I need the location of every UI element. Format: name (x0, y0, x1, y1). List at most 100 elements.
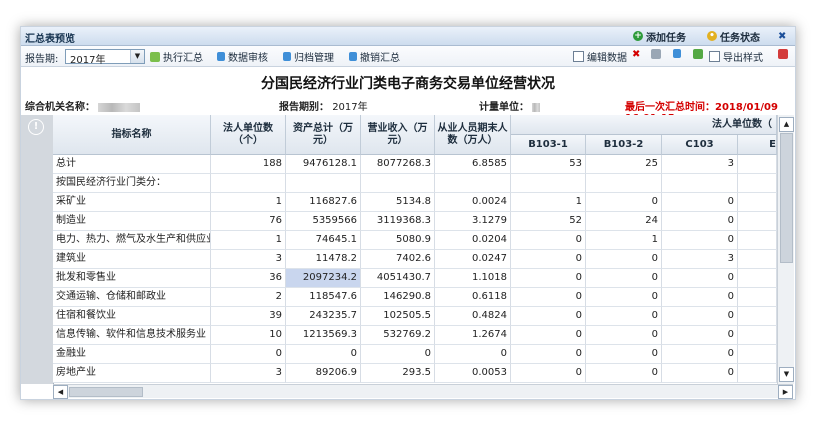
export-style-checkbox[interactable] (709, 51, 720, 62)
cell-b1032[interactable]: 0 (586, 307, 662, 326)
cell-legal[interactable]: 76 (211, 212, 286, 231)
cell-assets[interactable]: 0 (286, 345, 361, 364)
horizontal-scrollbar[interactable]: ◀ ▶ (53, 384, 793, 399)
cell-revenue[interactable]: 293.5 (361, 364, 435, 383)
cell-b1031[interactable]: 0 (511, 307, 586, 326)
chevron-down-icon[interactable]: ▼ (130, 50, 144, 63)
cell-c103[interactable]: 0 (662, 364, 738, 383)
cell-staff[interactable]: 0.0053 (435, 364, 511, 383)
scroll-left-icon[interactable]: ◀ (53, 385, 68, 399)
cell-b1032[interactable]: 0 (586, 364, 662, 383)
table-row[interactable]: 电力、热力、燃气及水生产和供应业 1 74645.1 5080.9 0.0204 0 1 0 (53, 231, 777, 250)
cell-b1031[interactable]: 0 (511, 364, 586, 383)
cell-assets[interactable]: 74645.1 (286, 231, 361, 250)
cell-staff[interactable]: 0.0247 (435, 250, 511, 269)
cell-assets[interactable]: 1213569.3 (286, 326, 361, 345)
cell-legal[interactable]: 2 (211, 288, 286, 307)
cell-b1031[interactable]: 0 (511, 231, 586, 250)
cell-legal[interactable]: 10 (211, 326, 286, 345)
cell-revenue[interactable]: 0 (361, 345, 435, 364)
cell-name[interactable]: 制造业 (53, 212, 211, 231)
cell-c103[interactable]: 0 (662, 288, 738, 307)
table-row[interactable]: 信息传输、软件和信息技术服务业 10 1213569.3 532769.2 1.2674… (53, 326, 777, 345)
cell-cut-column[interactable] (738, 269, 777, 288)
cell-staff[interactable]: 0.0204 (435, 231, 511, 250)
cell-revenue[interactable]: 8077268.3 (361, 155, 435, 174)
cell-staff[interactable]: 0.6118 (435, 288, 511, 307)
cell-name[interactable]: 按国民经济行业门类分： (53, 174, 211, 193)
save-icon[interactable] (673, 49, 681, 58)
table-row[interactable]: 房地产业 3 89206.9 293.5 0.0053 0 0 0 (53, 364, 777, 383)
cell-legal[interactable]: 188 (211, 155, 286, 174)
cell-b1032[interactable]: 0 (586, 250, 662, 269)
cell-c103[interactable]: 0 (662, 193, 738, 212)
delete-icon[interactable]: ✖ (632, 49, 640, 60)
close-icon[interactable]: ✖ (778, 29, 786, 43)
cell-revenue[interactable]: 102505.5 (361, 307, 435, 326)
cell-staff[interactable]: 0.0024 (435, 193, 511, 212)
table-row[interactable]: 按国民经济行业门类分： (53, 174, 777, 193)
cell-legal[interactable]: 1 (211, 231, 286, 250)
cell-assets[interactable]: 243235.7 (286, 307, 361, 326)
cell-legal[interactable]: 3 (211, 250, 286, 269)
cell-b1031[interactable]: 0 (511, 269, 586, 288)
cell-staff[interactable]: 0 (435, 345, 511, 364)
cell-name[interactable]: 电力、热力、燃气及水生产和供应业 (53, 231, 211, 250)
cell-b1032[interactable]: 25 (586, 155, 662, 174)
info-icon[interactable]: ! (28, 119, 44, 135)
cell-name[interactable]: 总计 (53, 155, 211, 174)
cell-staff[interactable] (435, 174, 511, 193)
cell-b1032[interactable] (586, 174, 662, 193)
cell-staff[interactable]: 3.1279 (435, 212, 511, 231)
cell-b1032[interactable]: 1 (586, 231, 662, 250)
copy-icon[interactable] (651, 49, 661, 59)
cell-revenue[interactable] (361, 174, 435, 193)
cell-c103[interactable] (662, 174, 738, 193)
cell-cut-column[interactable] (738, 288, 777, 307)
cell-name[interactable]: 采矿业 (53, 193, 211, 212)
cell-staff[interactable]: 6.8585 (435, 155, 511, 174)
cell-cut-column[interactable] (738, 250, 777, 269)
cell-b1031[interactable]: 1 (511, 193, 586, 212)
cell-revenue[interactable]: 4051430.7 (361, 269, 435, 288)
cell-cut-column[interactable] (738, 307, 777, 326)
cell-c103[interactable]: 3 (662, 155, 738, 174)
scroll-up-icon[interactable]: ▲ (779, 117, 794, 132)
cell-b1031[interactable]: 0 (511, 250, 586, 269)
cell-c103[interactable]: 0 (662, 307, 738, 326)
table-row[interactable]: 住宿和餐饮业 39 243235.7 102505.5 0.4824 0 0 0 (53, 307, 777, 326)
period-select[interactable]: 2017年 ▼ (65, 49, 145, 66)
cell-legal[interactable]: 36 (211, 269, 286, 288)
cell-assets[interactable]: 116827.6 (286, 193, 361, 212)
data-review-button[interactable]: 数据审核 (217, 49, 268, 64)
table-row[interactable]: 金融业 0 0 0 0 0 0 0 (53, 345, 777, 364)
cell-name[interactable]: 建筑业 (53, 250, 211, 269)
cell-cut-column[interactable] (738, 231, 777, 250)
cell-legal[interactable]: 3 (211, 364, 286, 383)
cell-revenue[interactable]: 532769.2 (361, 326, 435, 345)
cell-staff[interactable]: 1.2674 (435, 326, 511, 345)
edit-data-toggle[interactable]: 编辑数据 (573, 49, 627, 64)
edit-data-checkbox[interactable] (573, 51, 584, 62)
scroll-right-icon[interactable]: ▶ (778, 385, 793, 399)
cell-b1032[interactable]: 0 (586, 193, 662, 212)
table-row[interactable]: 批发和零售业 36 2097234.2 4051430.7 1.1018 0 0 0 (53, 269, 777, 288)
cell-assets[interactable]: 5359566 (286, 212, 361, 231)
cell-c103[interactable]: 0 (662, 231, 738, 250)
cell-b1031[interactable]: 0 (511, 345, 586, 364)
cell-c103[interactable]: 0 (662, 326, 738, 345)
cell-name[interactable]: 信息传输、软件和信息技术服务业 (53, 326, 211, 345)
export-style-toggle[interactable]: 导出样式 (709, 49, 763, 64)
cell-cut-column[interactable] (738, 345, 777, 364)
cell-legal[interactable]: 39 (211, 307, 286, 326)
cell-cut-column[interactable] (738, 174, 777, 193)
close-panel-icon[interactable] (778, 49, 788, 59)
cell-legal[interactable] (211, 174, 286, 193)
cell-assets[interactable]: 2097234.2 (286, 269, 361, 288)
table-row[interactable]: 制造业 76 5359566 3119368.3 3.1279 52 24 0 (53, 212, 777, 231)
cell-c103[interactable]: 0 (662, 269, 738, 288)
cell-assets[interactable]: 9476128.1 (286, 155, 361, 174)
cell-c103[interactable]: 3 (662, 250, 738, 269)
cell-revenue[interactable]: 7402.6 (361, 250, 435, 269)
cell-b1031[interactable]: 53 (511, 155, 586, 174)
